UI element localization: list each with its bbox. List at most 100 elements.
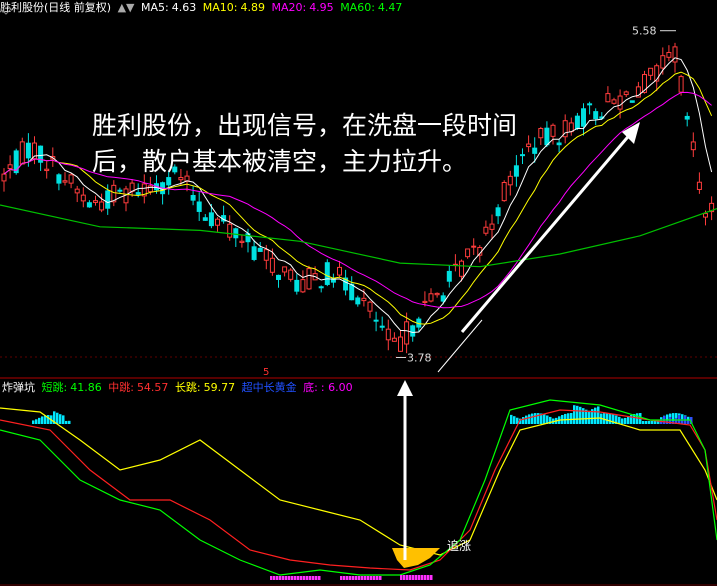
stock-chart-window: 5.58 3.78 追涨 5 胜利股份(日线 前复权) ▲▼ MA5: 4.63 MA1…	[0, 0, 717, 586]
period-marker: 5	[263, 367, 269, 378]
candle-body	[495, 207, 501, 217]
top-signal-bar	[534, 413, 537, 424]
bottom-bar	[306, 576, 309, 580]
candle-body	[532, 147, 538, 154]
candle-body	[135, 192, 141, 195]
top-signal-bar	[528, 414, 531, 424]
candle-body	[202, 217, 208, 221]
top-signal-bar	[525, 415, 528, 424]
candle-body	[391, 337, 397, 342]
candle-body	[263, 249, 269, 261]
candle-body	[99, 201, 105, 211]
candle-body	[379, 325, 385, 328]
candle-body	[300, 279, 306, 293]
bottom-bar	[270, 576, 273, 580]
bottom-bar	[412, 575, 415, 580]
short-value: 41.86	[70, 381, 102, 394]
bottom-bar	[285, 576, 288, 580]
candle-body	[19, 141, 25, 165]
mid-label: 中跳:	[108, 381, 134, 394]
candle-body	[288, 269, 294, 280]
bottom-bar	[364, 576, 367, 580]
bottom-bar	[409, 575, 412, 580]
candle-body	[422, 300, 428, 304]
short-jump-line	[0, 399, 717, 576]
bottom-label: 底:	[303, 381, 318, 394]
ma60-label: MA60:	[340, 1, 375, 14]
candle-body	[233, 228, 239, 239]
gold-label: 超中长黄金	[241, 381, 297, 394]
mid-jump-line	[0, 409, 717, 571]
candle-body	[629, 100, 635, 103]
candle-body	[696, 181, 702, 190]
candle-body	[678, 76, 684, 93]
bottom-bar	[349, 576, 352, 580]
bottom-bar	[303, 576, 306, 580]
candle-body	[446, 270, 452, 282]
top-signal-bar	[522, 417, 525, 424]
chart-canvas[interactable]: 5.58 3.78 追涨 5	[0, 0, 717, 586]
candle-body	[324, 262, 330, 285]
bottom-bar	[355, 576, 358, 580]
ma10-value: 4.89	[240, 1, 265, 14]
bottom-bar	[288, 576, 291, 580]
candle-body	[703, 213, 708, 218]
bottom-value: : 6.00	[320, 381, 353, 394]
candle-body	[361, 297, 367, 302]
top-signal-bar	[38, 417, 41, 424]
candle-body	[239, 240, 245, 243]
candle-body	[56, 174, 62, 184]
bottom-bar	[415, 575, 418, 580]
candle-body	[227, 223, 233, 238]
candle-body	[483, 226, 489, 234]
top-signal-bar	[654, 421, 657, 424]
candle-body	[74, 188, 80, 194]
bottom-bar	[352, 576, 355, 580]
candle-body	[556, 142, 562, 146]
top-signal-bar	[594, 407, 597, 424]
bottom-bar	[367, 576, 370, 580]
candle-body	[593, 111, 599, 120]
top-signal-bar	[597, 406, 600, 424]
long-value: 59.77	[203, 381, 236, 394]
candle-body	[684, 115, 690, 120]
low-price-label: 3.78	[407, 351, 432, 364]
candle-body	[276, 274, 281, 280]
annotation-line-2: 后，散户基本被清空，主力拉升。	[92, 147, 468, 176]
bottom-bar	[309, 576, 312, 580]
candle-body	[44, 168, 50, 172]
ma5-label: MA5:	[141, 1, 169, 14]
lower-legend: 炸弹坑 短跳: 41.86 中跳: 54.57 长跳: 59.77 超中长黄金 底::…	[2, 380, 356, 396]
candle-body	[434, 292, 440, 296]
signal-arrow-head	[397, 380, 413, 396]
candle-body	[440, 295, 446, 302]
ma60-value: 4.47	[377, 1, 403, 14]
candle-body	[208, 212, 214, 227]
candle-body	[105, 190, 111, 209]
candle-body	[459, 260, 464, 277]
ma20-value: 4.95	[309, 1, 334, 14]
candle-body	[62, 180, 68, 183]
bottom-bar	[315, 576, 318, 580]
ma10-label: MA10:	[202, 1, 238, 14]
candle-body	[550, 124, 556, 137]
top-signal-bar	[531, 413, 534, 424]
candle-body	[93, 200, 98, 203]
candle-body	[7, 164, 13, 170]
candle-body	[257, 247, 263, 252]
bottom-bar	[346, 576, 349, 580]
candle-body	[385, 328, 391, 341]
candle-body	[80, 194, 86, 202]
top-signal-bar	[513, 416, 516, 424]
candle-body	[428, 293, 434, 302]
bottom-bar	[400, 575, 403, 580]
candle-body	[196, 201, 202, 212]
candle-body	[587, 103, 593, 106]
bottom-bar	[312, 576, 315, 580]
bottom-bar	[358, 576, 361, 580]
top-signal-bar	[41, 416, 44, 424]
candle-body	[282, 266, 288, 273]
indicator-title: 炸弹坑	[2, 381, 35, 394]
diamond-icon[interactable]	[0, 3, 12, 15]
top-signal-bar	[68, 420, 71, 424]
